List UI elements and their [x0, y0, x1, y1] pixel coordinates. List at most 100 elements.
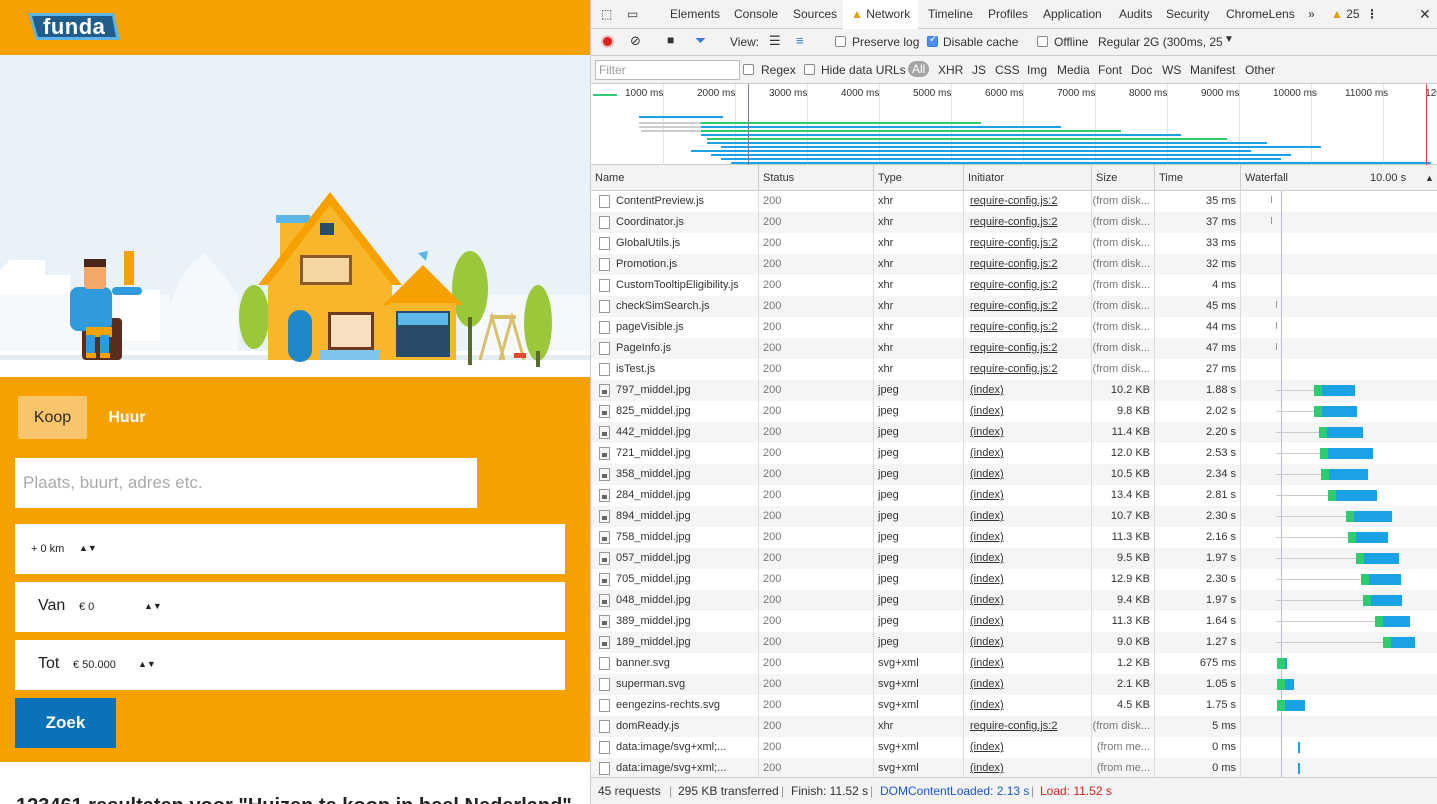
table-row[interactable]: Coordinator.js 200 xhr require-config.js:2(…	[591, 212, 1437, 233]
capture-screenshots-icon[interactable]: ■	[667, 33, 674, 47]
tab-profiles[interactable]: Profiles	[988, 0, 1028, 29]
preserve-log-checkbox[interactable]	[835, 36, 846, 47]
tab-security[interactable]: Security	[1166, 0, 1209, 29]
table-row[interactable]: domReady.js 200 xhr require-config.js:2 (fro…	[591, 716, 1437, 737]
table-row[interactable]: 894_middel.jpg 200 jpeg (index) 10.7 KB 2.30 …	[591, 506, 1437, 527]
type-filter-ws[interactable]: WS	[1162, 63, 1181, 77]
price-from-field[interactable]: Van € 0 ▲▼	[15, 582, 565, 632]
table-row[interactable]: isTest.js 200 xhr require-config.js:2 (from …	[591, 359, 1437, 380]
tab-elements[interactable]: Elements	[670, 0, 720, 29]
tab-network[interactable]: ▲ Network	[843, 0, 919, 29]
table-row[interactable]: ContentPreview.js 200 xhr require-config.js…	[591, 191, 1437, 212]
col-name[interactable]: Name	[591, 165, 759, 191]
request-initiator-link[interactable]: (index)	[964, 758, 1092, 777]
tab-audits[interactable]: Audits	[1119, 0, 1152, 29]
kebab-menu-icon[interactable]: ⋮	[1366, 0, 1378, 29]
type-filter-js[interactable]: JS	[972, 63, 986, 77]
hide-data-urls-checkbox[interactable]	[804, 64, 815, 75]
regex-checkbox[interactable]	[743, 64, 754, 75]
type-filter-all[interactable]: All	[908, 61, 930, 77]
warnings-counter[interactable]: ▲ 25	[1331, 0, 1360, 29]
request-initiator-link[interactable]: require-config.js:2	[964, 233, 1092, 254]
type-filter-doc[interactable]: Doc	[1131, 63, 1152, 77]
col-initiator[interactable]: Initiator	[964, 165, 1092, 191]
request-initiator-link[interactable]: (index)	[964, 527, 1092, 548]
col-size[interactable]: Size	[1092, 165, 1155, 191]
table-row[interactable]: 284_middel.jpg 200 jpeg (index) 13.4 KB 2.81 …	[591, 485, 1437, 506]
type-filter-other[interactable]: Other	[1245, 63, 1275, 77]
request-initiator-link[interactable]: (index)	[964, 422, 1092, 443]
col-type[interactable]: Type	[874, 165, 964, 191]
table-row[interactable]: data:image/svg+xml;... 200 svg+xml (index)(…	[591, 737, 1437, 758]
table-row[interactable]: 705_middel.jpg 200 jpeg (index) 12.9 KB 2.30 …	[591, 569, 1437, 590]
type-filter-font[interactable]: Font	[1098, 63, 1122, 77]
inspect-element-icon[interactable]: ⬚	[601, 0, 619, 29]
table-row[interactable]: 825_middel.jpg 200 jpeg (index) 9.8 KB 2.02 s	[591, 401, 1437, 422]
request-initiator-link[interactable]: (index)	[964, 464, 1092, 485]
request-initiator-link[interactable]: require-config.js:2	[964, 191, 1092, 212]
type-filter-media[interactable]: Media	[1057, 63, 1090, 77]
table-row[interactable]: 189_middel.jpg 200 jpeg (index) 9.0 KB 1.27 s	[591, 632, 1437, 653]
request-initiator-link[interactable]: (index)	[964, 380, 1092, 401]
table-row[interactable]: data:image/svg+xml;... 200 svg+xml (index)(…	[591, 758, 1437, 777]
table-row[interactable]: banner.svg 200 svg+xml (index) 1.2 KB 675 ms	[591, 653, 1437, 674]
col-waterfall[interactable]: Waterfall	[1241, 165, 1328, 191]
request-initiator-link[interactable]: (index)	[964, 443, 1092, 464]
close-icon[interactable]: ✕	[1419, 0, 1431, 29]
request-initiator-link[interactable]: (index)	[964, 590, 1092, 611]
table-row[interactable]: 758_middel.jpg 200 jpeg (index) 11.3 KB 2.16 …	[591, 527, 1437, 548]
table-row[interactable]: 057_middel.jpg 200 jpeg (index) 9.5 KB 1.97 s	[591, 548, 1437, 569]
network-overview-timeline[interactable]: 1000 ms 2000 ms 3000 ms 4000 ms 5000 ms 6000 …	[591, 84, 1437, 165]
type-filter-img[interactable]: Img	[1027, 63, 1047, 77]
request-initiator-link[interactable]: (index)	[964, 506, 1092, 527]
location-search-input[interactable]	[15, 458, 477, 508]
tab-sources[interactable]: Sources	[793, 0, 837, 29]
throttle-chevron-down-icon[interactable]: ▼	[1224, 34, 1234, 45]
request-initiator-link[interactable]: (index)	[964, 401, 1092, 422]
request-initiator-link[interactable]: (index)	[964, 653, 1092, 674]
radius-select[interactable]: + 0 km ▲▼	[15, 524, 565, 574]
request-initiator-link[interactable]: require-config.js:2	[964, 338, 1092, 359]
filter-input[interactable]	[595, 60, 740, 80]
type-filter-manifest[interactable]: Manifest	[1190, 63, 1235, 77]
type-filter-css[interactable]: CSS	[995, 63, 1020, 77]
request-initiator-link[interactable]: require-config.js:2	[964, 212, 1092, 233]
table-row[interactable]: pageVisible.js 200 xhr require-config.js:2(…	[591, 317, 1437, 338]
table-row[interactable]: 389_middel.jpg 200 jpeg (index) 11.3 KB 1.64 …	[591, 611, 1437, 632]
tab-huur[interactable]: Huur	[92, 396, 162, 439]
tab-application[interactable]: Application	[1043, 0, 1102, 29]
tab-timeline[interactable]: Timeline	[928, 0, 973, 29]
disable-cache-checkbox[interactable]	[927, 34, 938, 47]
col-time[interactable]: Time	[1155, 165, 1241, 191]
request-initiator-link[interactable]: require-config.js:2	[964, 254, 1092, 275]
table-row[interactable]: 048_middel.jpg 200 jpeg (index) 9.4 KB 1.97 s	[591, 590, 1437, 611]
table-row[interactable]: GlobalUtils.js 200 xhr require-config.js:2(…	[591, 233, 1437, 254]
price-to-field[interactable]: Tot € 50.000 ▲▼	[15, 640, 565, 690]
search-button[interactable]: Zoek	[15, 698, 116, 748]
device-toolbar-icon[interactable]: ▭	[627, 0, 645, 29]
request-initiator-link[interactable]: require-config.js:2	[964, 359, 1092, 380]
table-row[interactable]: 358_middel.jpg 200 jpeg (index) 10.5 KB 2.34 …	[591, 464, 1437, 485]
clear-icon[interactable]: ⊘	[630, 33, 641, 49]
request-initiator-link[interactable]: (index)	[964, 632, 1092, 653]
request-initiator-link[interactable]: (index)	[964, 737, 1092, 758]
request-initiator-link[interactable]: (index)	[964, 485, 1092, 506]
table-row[interactable]: superman.svg 200 svg+xml (index) 2.1 KB 1.05 …	[591, 674, 1437, 695]
table-row[interactable]: CustomTooltipEligibility.js 200 xhr require…	[591, 275, 1437, 296]
request-initiator-link[interactable]: require-config.js:2	[964, 317, 1092, 338]
request-initiator-link[interactable]: (index)	[964, 548, 1092, 569]
overview-icon[interactable]: ≡	[796, 33, 804, 48]
throttle-select[interactable]: Regular 2G (300ms, 25	[1098, 35, 1223, 49]
table-row[interactable]: checkSimSearch.js 200 xhr require-config.js…	[591, 296, 1437, 317]
table-row[interactable]: 721_middel.jpg 200 jpeg (index) 12.0 KB 2.53 …	[591, 443, 1437, 464]
table-row[interactable]: 442_middel.jpg 200 jpeg (index) 11.4 KB 2.20 …	[591, 422, 1437, 443]
col-status[interactable]: Status	[759, 165, 874, 191]
large-rows-icon[interactable]: ☰	[769, 33, 781, 49]
tab-koop[interactable]: Koop	[18, 396, 87, 439]
request-initiator-link[interactable]: (index)	[964, 674, 1092, 695]
tab-chromelens[interactable]: ChromeLens	[1226, 0, 1295, 29]
table-row[interactable]: PageInfo.js 200 xhr require-config.js:2 (fro…	[591, 338, 1437, 359]
record-icon[interactable]	[601, 35, 614, 48]
tab-console[interactable]: Console	[734, 0, 778, 29]
type-filter-xhr[interactable]: XHR	[938, 63, 963, 77]
